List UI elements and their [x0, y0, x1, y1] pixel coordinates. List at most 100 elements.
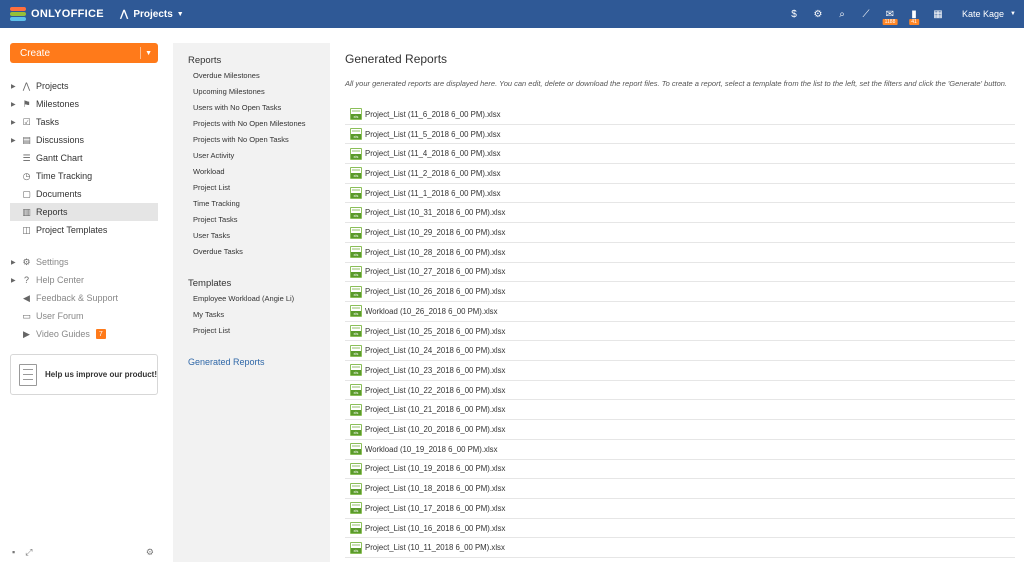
template-item[interactable]: Project List	[193, 326, 230, 335]
report-file-row[interactable]: Project_List (11_2_2018 6_00 PM).xlsx	[345, 164, 1015, 184]
sidebar-item-gantt-chart[interactable]: ☰ Gantt Chart	[10, 149, 158, 167]
settings-icon[interactable]: ⚙	[806, 0, 830, 28]
report-file-row[interactable]: Project_List (10_20_2018 6_00 PM).xlsx	[345, 420, 1015, 440]
file-name[interactable]: Project_List (10_11_2018 6_00 PM).xlsx	[365, 543, 505, 552]
file-name[interactable]: Project_List (11_4_2018 6_00 PM).xlsx	[365, 149, 501, 158]
report-file-row[interactable]: Project_List (11_5_2018 6_00 PM).xlsx	[345, 125, 1015, 145]
expand-arrow-icon[interactable]: ▶	[11, 119, 16, 126]
report-item[interactable]: Projects with No Open Milestones	[193, 119, 306, 128]
calendar-icon[interactable]: ▦	[926, 0, 950, 28]
report-file-row[interactable]: Project_List (10_19_2018 6_00 PM).xlsx	[345, 460, 1015, 480]
feed-icon[interactable]: ⟋	[854, 0, 878, 28]
sidebar-item-discussions[interactable]: ▶ ▤ Discussions	[10, 131, 158, 149]
report-item[interactable]: Time Tracking	[193, 199, 240, 208]
sidebar-item-user-forum[interactable]: ▭ User Forum	[10, 307, 158, 325]
create-button[interactable]: Create ▼	[10, 43, 158, 63]
file-name[interactable]: Project_List (10_18_2018 6_00 PM).xlsx	[365, 484, 505, 493]
report-item[interactable]: User Activity	[193, 151, 234, 160]
expand-arrow-icon[interactable]: ▶	[11, 259, 16, 266]
report-item[interactable]: Workload	[193, 167, 225, 176]
sidebar-item-feedback-support[interactable]: ◀ Feedback & Support	[10, 289, 158, 307]
expand-arrow-icon[interactable]: ▶	[11, 83, 16, 90]
report-item[interactable]: Project List	[193, 183, 230, 192]
expand-arrow-icon[interactable]: ▶	[11, 137, 16, 144]
file-name[interactable]: Workload (10_19_2018 6_00 PM).xlsx	[365, 445, 497, 454]
file-name[interactable]: Project_List (10_19_2018 6_00 PM).xlsx	[365, 464, 505, 473]
chat-bubble-icon[interactable]: ▪	[12, 547, 15, 557]
sidebar-item-projects[interactable]: ▶ ⋀ Projects	[10, 77, 158, 95]
generated-reports-link[interactable]: Generated Reports	[188, 357, 265, 367]
sidebar-item-milestones[interactable]: ▶ ⚑ Milestones	[10, 95, 158, 113]
expand-arrow-icon[interactable]: ▶	[11, 277, 16, 284]
report-file-row[interactable]: Workload (10_26_2018 6_00 PM).xlsx	[345, 302, 1015, 322]
file-name[interactable]: Project_List (10_21_2018 6_00 PM).xlsx	[365, 405, 505, 414]
report-file-row[interactable]: Project_List (10_27_2018 6_00 PM).xlsx	[345, 263, 1015, 283]
report-item[interactable]: User Tasks	[193, 231, 230, 240]
file-name[interactable]: Project_List (10_31_2018 6_00 PM).xlsx	[365, 208, 505, 217]
file-name[interactable]: Project_List (10_22_2018 6_00 PM).xlsx	[365, 386, 505, 395]
file-name[interactable]: Project_List (11_2_2018 6_00 PM).xlsx	[365, 169, 501, 178]
report-item[interactable]: Projects with No Open Tasks	[193, 135, 289, 144]
file-name[interactable]: Project_List (10_29_2018 6_00 PM).xlsx	[365, 228, 505, 237]
search-icon[interactable]: ⌕	[830, 0, 854, 28]
report-file-row[interactable]: Project_List (10_31_2018 6_00 PM).xlsx	[345, 204, 1015, 224]
file-name[interactable]: Project_List (11_1_2018 6_00 PM).xlsx	[365, 189, 501, 198]
report-file-row[interactable]: Project_List (10_22_2018 6_00 PM).xlsx	[345, 381, 1015, 401]
expand-icon[interactable]: ⤢	[25, 547, 32, 558]
file-name[interactable]: Project_List (10_25_2018 6_00 PM).xlsx	[365, 327, 505, 336]
onlyoffice-logo[interactable]: ONLYOFFICE	[10, 7, 104, 21]
improve-product-banner[interactable]: Help us improve our product!	[10, 354, 158, 395]
payment-icon[interactable]: $	[782, 0, 806, 28]
user-menu[interactable]: Kate Kage ▼	[962, 9, 1016, 19]
sidebar-item-settings[interactable]: ▶ ⚙ Settings	[10, 253, 158, 271]
sidebar-item-tasks[interactable]: ▶ ☑ Tasks	[10, 113, 158, 131]
file-name[interactable]: Project_List (10_23_2018 6_00 PM).xlsx	[365, 366, 505, 375]
report-file-row[interactable]: Project_List (10_16_2018 6_00 PM).xlsx	[345, 519, 1015, 539]
file-name[interactable]: Project_List (10_28_2018 6_00 PM).xlsx	[365, 248, 505, 257]
report-item[interactable]: Project Tasks	[193, 215, 237, 224]
sidebar-item-documents[interactable]: ▢ Documents	[10, 185, 158, 203]
report-file-row[interactable]: Project_List (11_4_2018 6_00 PM).xlsx	[345, 144, 1015, 165]
report-file-row[interactable]: Project_List (10_18_2018 6_00 PM).xlsx	[345, 479, 1015, 499]
report-file-row[interactable]: Project_List (10_23_2018 6_00 PM).xlsx	[345, 361, 1015, 381]
report-item[interactable]: Upcoming Milestones	[193, 87, 265, 96]
chat-icon[interactable]: ▮ 41	[902, 0, 926, 28]
xlsx-file-icon	[350, 403, 362, 416]
sidebar-item-reports[interactable]: ▥ Reports	[10, 203, 158, 221]
report-file-row[interactable]: Project_List (10_11_2018 6_00 PM).xlsx	[345, 538, 1015, 559]
template-item[interactable]: Employee Workload (Angie Li)	[193, 294, 294, 303]
sidebar-item-video-guides[interactable]: ▶ Video Guides 7	[10, 325, 158, 343]
expand-arrow-icon[interactable]: ▶	[11, 101, 16, 108]
report-file-row[interactable]: Project_List (10_29_2018 6_00 PM).xlsx	[345, 223, 1015, 243]
sidebar-item-project-templates[interactable]: ◫ Project Templates	[10, 221, 158, 239]
file-name[interactable]: Project_List (10_26_2018 6_00 PM).xlsx	[365, 287, 505, 296]
file-name[interactable]: Project_List (10_24_2018 6_00 PM).xlsx	[365, 346, 505, 355]
sidebar-item-label: Project Templates	[36, 225, 108, 235]
report-file-row[interactable]: Project_List (10_25_2018 6_00 PM).xlsx	[345, 322, 1015, 342]
report-file-row[interactable]: Project_List (10_28_2018 6_00 PM).xlsx	[345, 243, 1015, 263]
report-item[interactable]: Overdue Milestones	[193, 71, 260, 80]
file-name[interactable]: Project_List (11_6_2018 6_00 PM).xlsx	[365, 110, 501, 119]
file-name[interactable]: Workload (10_26_2018 6_00 PM).xlsx	[365, 307, 497, 316]
mail-icon[interactable]: ✉ 1188	[878, 0, 902, 28]
report-file-row[interactable]: Project_List (11_6_2018 6_00 PM).xlsx	[345, 105, 1015, 125]
report-item[interactable]: Overdue Tasks	[193, 247, 243, 256]
file-name[interactable]: Project_List (10_20_2018 6_00 PM).xlsx	[365, 425, 505, 434]
report-item[interactable]: Users with No Open Tasks	[193, 103, 281, 112]
file-name[interactable]: Project_List (10_27_2018 6_00 PM).xlsx	[365, 267, 505, 276]
file-name[interactable]: Project_List (10_17_2018 6_00 PM).xlsx	[365, 504, 505, 513]
module-switcher[interactable]: ⋀ Projects ▼	[120, 9, 184, 20]
report-file-row[interactable]: Project_List (10_26_2018 6_00 PM).xlsx	[345, 282, 1015, 302]
sidebar-item-time-tracking[interactable]: ◷ Time Tracking	[10, 167, 158, 185]
template-item[interactable]: My Tasks	[193, 310, 224, 319]
file-name[interactable]: Project_List (10_16_2018 6_00 PM).xlsx	[365, 524, 505, 533]
report-file-row[interactable]: Project_List (11_1_2018 6_00 PM).xlsx	[345, 184, 1015, 204]
report-file-row[interactable]: Workload (10_19_2018 6_00 PM).xlsx	[345, 440, 1015, 460]
file-name[interactable]: Project_List (11_5_2018 6_00 PM).xlsx	[365, 130, 501, 139]
report-file-row[interactable]: Project_List (10_21_2018 6_00 PM).xlsx	[345, 401, 1015, 421]
chevron-down-icon[interactable]: ▼	[145, 50, 152, 57]
gear-icon[interactable]: ⚙	[146, 547, 154, 558]
report-file-row[interactable]: Project_List (10_17_2018 6_00 PM).xlsx	[345, 499, 1015, 519]
sidebar-item-help-center[interactable]: ▶? Help Center	[10, 271, 158, 289]
report-file-row[interactable]: Project_List (10_24_2018 6_00 PM).xlsx	[345, 341, 1015, 362]
